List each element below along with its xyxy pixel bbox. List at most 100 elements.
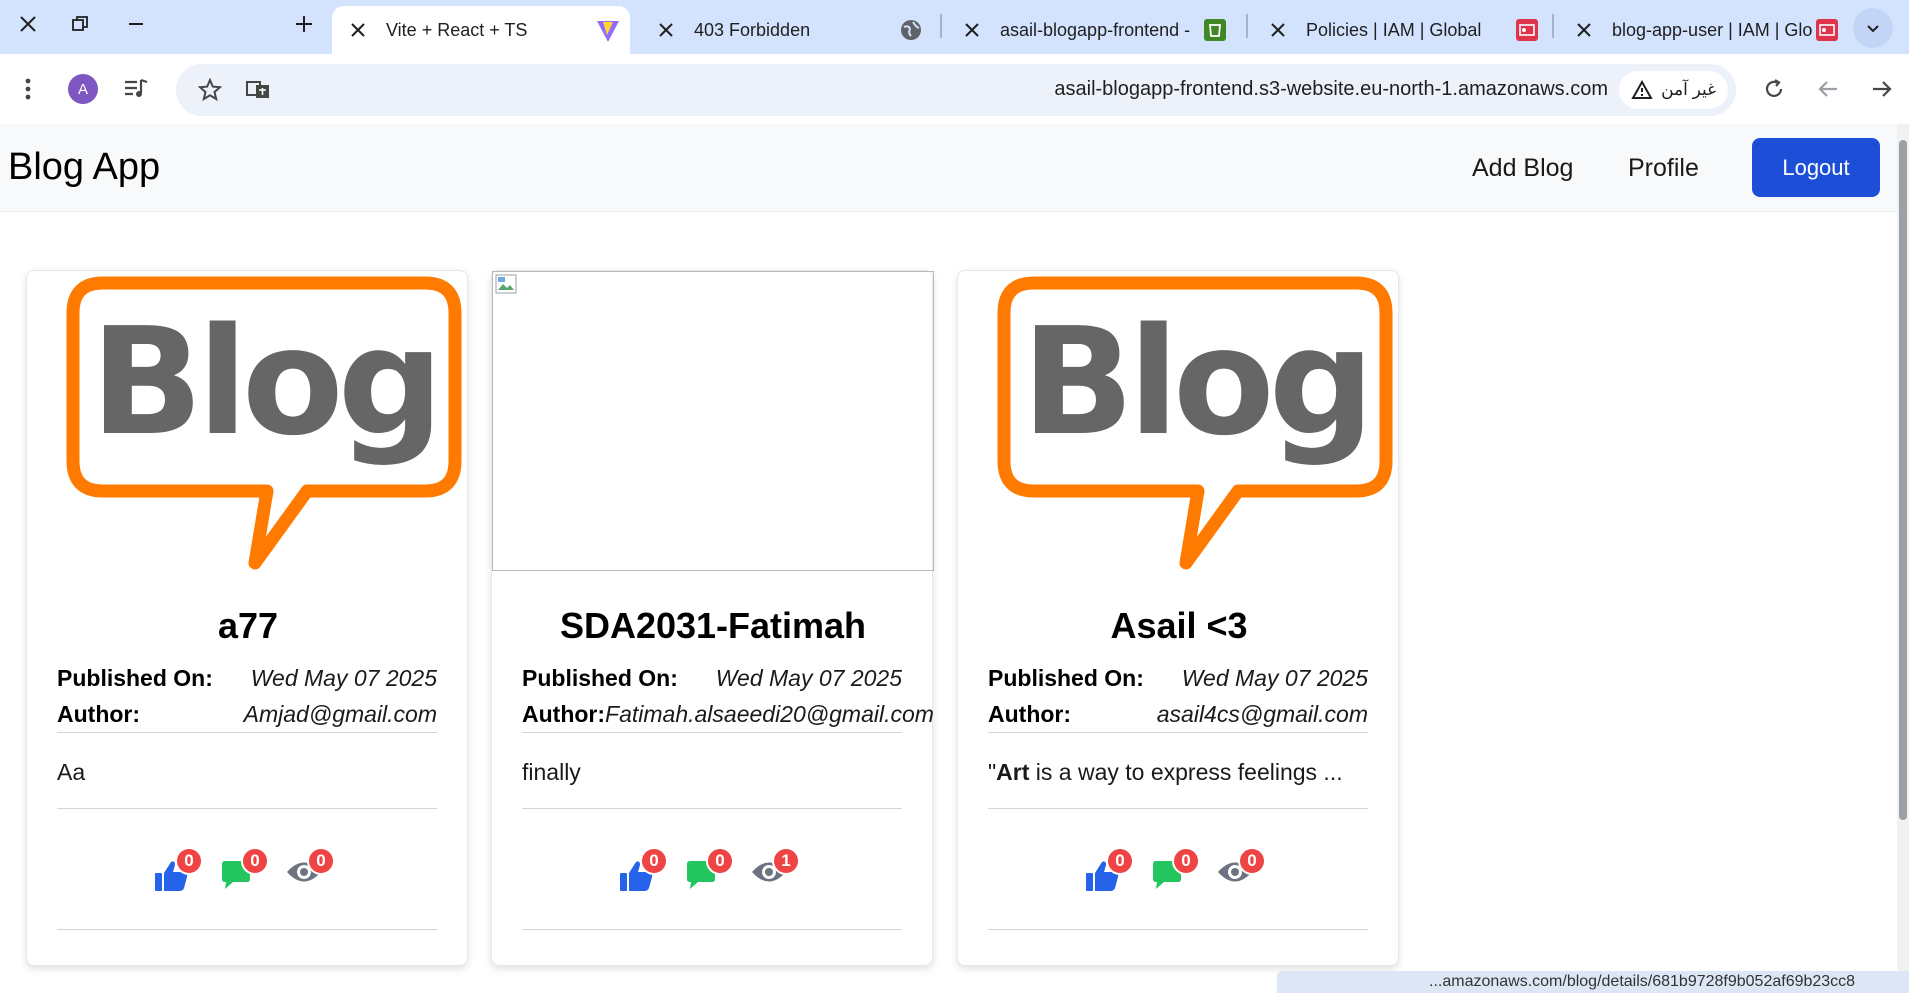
excerpt-text: finally: [522, 759, 581, 785]
forward-arrow-icon[interactable]: [1862, 69, 1902, 109]
tab-title: Policies | IAM | Global: [1306, 19, 1482, 40]
views-indicator: 0: [285, 847, 335, 899]
comment-button[interactable]: 0: [219, 847, 269, 899]
published-date: Wed May 07 2025: [250, 665, 437, 691]
svg-text:Blog: Blog: [1021, 296, 1368, 468]
blog-stats: 0 0 0: [27, 845, 469, 905]
blog-card[interactable]: SDA2031-Fatimah Published On: Wed May 07…: [491, 270, 934, 966]
excerpt-bold: Art: [996, 759, 1030, 785]
minimize-window-icon[interactable]: [108, 0, 164, 48]
blog-logo-image: Blog: [997, 276, 1393, 570]
divider: [522, 732, 902, 733]
translate-icon[interactable]: [238, 70, 278, 110]
back-arrow-icon[interactable]: [1808, 69, 1848, 109]
tab-vite[interactable]: Vite + React + TS: [332, 6, 630, 54]
logout-button[interactable]: Logout: [1752, 138, 1880, 197]
svg-text:Blog: Blog: [90, 296, 437, 468]
iam-icon: [1516, 19, 1538, 41]
excerpt-text: is a way to express feelings ...: [1029, 759, 1343, 785]
new-tab-icon[interactable]: [276, 0, 332, 48]
comment-button[interactable]: 0: [684, 847, 734, 899]
views-count-badge: 0: [1238, 847, 1266, 875]
author-label: Author:: [57, 701, 141, 727]
divider: [57, 732, 437, 733]
media-controls-icon[interactable]: [116, 69, 156, 109]
close-window-icon[interactable]: [0, 0, 56, 48]
author-label: Author:: [988, 701, 1072, 727]
excerpt-text: Aa: [57, 759, 86, 785]
tab-search-chevron-icon[interactable]: [1853, 8, 1893, 48]
like-button[interactable]: 0: [1084, 847, 1134, 899]
bookmark-star-icon[interactable]: [190, 70, 230, 110]
published-label: Published On:: [988, 665, 1144, 691]
security-indicator[interactable]: غير آمن: [1619, 71, 1728, 109]
like-button[interactable]: 0: [618, 847, 668, 899]
tab-s3-bucket[interactable]: asail-blogapp-frontend -: [946, 6, 1236, 54]
divider: [988, 808, 1368, 809]
more-options-icon[interactable]: [8, 69, 48, 109]
tab-title: Vite + React + TS: [386, 19, 528, 40]
comment-button[interactable]: 0: [1150, 847, 1200, 899]
like-button[interactable]: 0: [153, 847, 203, 899]
blog-card[interactable]: Blog Asail <3 Published On: Wed May 07 2…: [957, 270, 1399, 966]
author-label: Author:: [522, 701, 606, 727]
url-text[interactable]: asail-blogapp-frontend.s3-website.eu-nor…: [1054, 78, 1608, 101]
divider: [57, 929, 437, 930]
reload-icon[interactable]: [1754, 69, 1794, 109]
author-row: Author: Amjad@gmail.com: [57, 701, 437, 728]
add-blog-link[interactable]: Add Blog: [1472, 154, 1573, 183]
blog-excerpt: finally: [522, 759, 902, 786]
likes-count-badge: 0: [1106, 847, 1134, 875]
blog-stats: 0 0 0: [958, 845, 1400, 905]
author-email: Amjad@gmail.com: [243, 701, 437, 727]
blog-title[interactable]: Asail <3: [958, 605, 1400, 647]
published-row: Published On: Wed May 07 2025: [57, 665, 437, 692]
tab-separator: [1552, 14, 1554, 38]
profile-avatar[interactable]: A: [68, 74, 98, 104]
scrollbar-thumb[interactable]: [1899, 140, 1907, 820]
broken-image: [492, 271, 934, 571]
link-status-bubble: ...amazonaws.com/blog/details/681b9728f9…: [1277, 971, 1909, 993]
tab-separator: [1246, 14, 1248, 38]
globe-icon: [900, 19, 922, 41]
views-count-badge: 0: [307, 847, 335, 875]
published-row: Published On: Wed May 07 2025: [988, 665, 1368, 692]
tab-close-icon[interactable]: [656, 20, 676, 40]
excerpt-quote: ": [988, 759, 997, 785]
tab-close-icon[interactable]: [962, 20, 982, 40]
divider: [522, 808, 902, 809]
vite-icon: [596, 19, 619, 42]
blog-title[interactable]: a77: [27, 605, 469, 647]
tab-close-icon[interactable]: [1268, 20, 1288, 40]
app-navbar: Blog App Add Blog Profile Logout: [0, 124, 1897, 212]
tab-iam-policies[interactable]: Policies | IAM | Global: [1252, 6, 1548, 54]
blog-card[interactable]: Blog a77 Published On: Wed May 07 2025 A…: [26, 270, 468, 966]
s3-bucket-icon: [1204, 19, 1226, 41]
page-scrollbar[interactable]: [1897, 124, 1909, 993]
tab-iam-user[interactable]: blog-app-user | IAM | Glo: [1558, 6, 1850, 54]
profile-link[interactable]: Profile: [1628, 154, 1699, 183]
blog-excerpt: "Art is a way to express feelings ...: [988, 759, 1368, 786]
tab-close-icon[interactable]: [1574, 20, 1594, 40]
restore-window-icon[interactable]: [52, 0, 108, 48]
blog-excerpt: Aa: [57, 759, 437, 786]
published-label: Published On:: [57, 665, 213, 691]
tab-title: asail-blogapp-frontend -: [1000, 19, 1191, 40]
broken-image-icon: [495, 274, 517, 294]
tab-separator: [940, 14, 942, 38]
divider: [522, 929, 902, 930]
divider: [988, 929, 1368, 930]
blog-title[interactable]: SDA2031-Fatimah: [492, 605, 934, 647]
author-row: Author: asail4cs@gmail.com: [988, 701, 1368, 728]
divider: [988, 732, 1368, 733]
author-row: Author: Fatimah.alsaeedi20@gmail.com: [522, 701, 942, 728]
address-bar[interactable]: asail-blogapp-frontend.s3-website.eu-nor…: [176, 64, 1736, 116]
comments-count-badge: 0: [241, 847, 269, 875]
likes-count-badge: 0: [640, 847, 668, 875]
published-date: Wed May 07 2025: [1181, 665, 1368, 691]
app-brand[interactable]: Blog App: [8, 146, 160, 189]
tab-403-forbidden[interactable]: 403 Forbidden: [640, 6, 930, 54]
tab-close-icon[interactable]: [348, 20, 368, 40]
browser-tabstrip: Vite + React + TS 403 Forbidden asail-bl…: [0, 0, 1909, 54]
blog-stats: 0 0 1: [492, 845, 934, 905]
